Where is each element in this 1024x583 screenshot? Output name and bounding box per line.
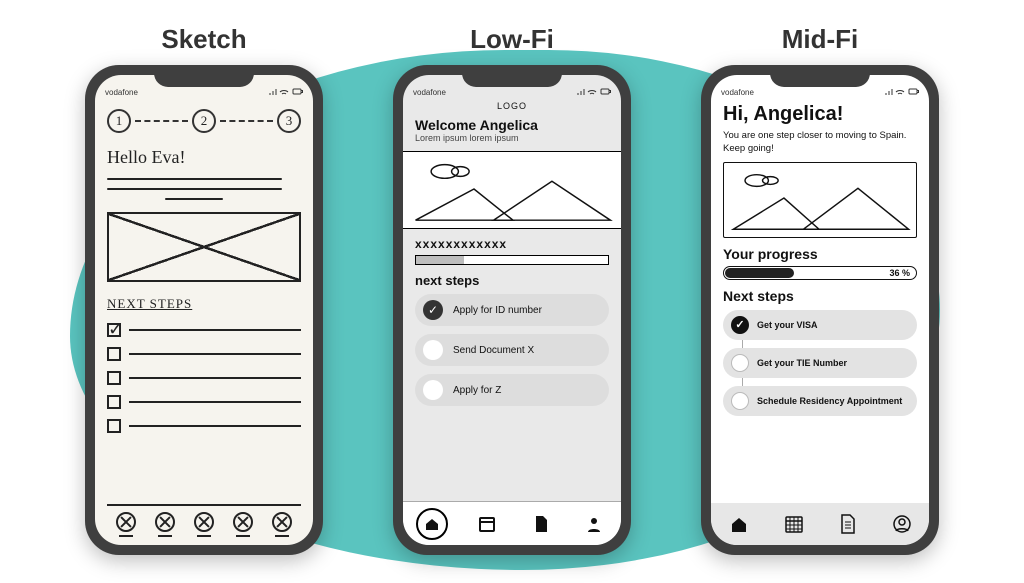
step-dot: [731, 354, 749, 372]
greeting: Hi, Angelica!: [723, 103, 917, 126]
step-dot: [731, 392, 749, 410]
document-icon: [839, 514, 857, 534]
home-icon: [729, 514, 749, 534]
step-pill[interactable]: Apply for Z: [415, 374, 609, 406]
progress-bar: [415, 255, 609, 265]
calendar-icon: [478, 515, 496, 533]
bottom-nav: [403, 501, 621, 545]
nav-item[interactable]: [155, 512, 175, 537]
subheading: You are one step closer to moving to Spa…: [723, 130, 917, 156]
step-label: Schedule Residency Appointment: [757, 396, 902, 406]
user-icon: [892, 514, 912, 534]
step-label: Send Document X: [453, 345, 534, 356]
phone-notch: [462, 65, 562, 87]
column-lofi: Low-Fi vodafone LOGO: [393, 24, 631, 555]
greeting: Hello Eva!: [107, 147, 301, 168]
nav-item[interactable]: [116, 512, 136, 537]
check-icon: ✓: [731, 316, 749, 334]
phone-notch: [770, 65, 870, 87]
status-icons: [269, 87, 303, 97]
step-pill[interactable]: ✓ Apply for ID number: [415, 294, 609, 326]
progress-label: xxxxxxxxxxxx: [415, 237, 609, 251]
nav-home[interactable]: [729, 514, 749, 534]
checklist-item[interactable]: [107, 395, 301, 409]
carrier-label: vodafone: [413, 88, 446, 97]
carrier-label: vodafone: [105, 88, 138, 97]
home-icon: [424, 516, 440, 532]
step-label: Get your VISA: [757, 320, 818, 330]
step-3[interactable]: 3: [277, 109, 301, 133]
hero-image: [403, 151, 621, 229]
document-icon: [533, 515, 549, 533]
nav-item[interactable]: [272, 512, 292, 537]
nav-profile[interactable]: [892, 514, 912, 534]
calendar-icon: [784, 514, 804, 534]
checklist-item[interactable]: [107, 347, 301, 361]
user-icon: [585, 515, 603, 533]
step-pill[interactable]: Schedule Residency Appointment: [723, 386, 917, 416]
column-midfi: Mid-Fi vodafone Hi, Angelica! Y: [701, 24, 939, 555]
logo: LOGO: [403, 99, 621, 113]
phone-notch: [154, 65, 254, 87]
progress-heading: Your progress: [723, 246, 917, 262]
step-label: Apply for Z: [453, 385, 501, 396]
checklist-item[interactable]: [107, 323, 301, 337]
step-1[interactable]: 1: [107, 109, 131, 133]
step-pill[interactable]: ✓ Get your VISA: [723, 310, 917, 340]
phone-midfi: vodafone Hi, Angelica! You are one step …: [701, 65, 939, 555]
next-steps-heading: NEXT STEPS: [107, 296, 301, 312]
title-lofi: Low-Fi: [470, 24, 554, 55]
nav-document[interactable]: [527, 510, 555, 538]
bottom-nav: [107, 504, 301, 539]
phone-lofi: vodafone LOGO Welcome Angelica Lorem ips…: [393, 65, 631, 555]
image-placeholder: [107, 212, 301, 282]
step-2[interactable]: 2: [192, 109, 216, 133]
check-icon: ✓: [423, 300, 443, 320]
title-midfi: Mid-Fi: [782, 24, 859, 55]
bottom-nav: [711, 503, 929, 545]
step-pill[interactable]: Send Document X: [415, 334, 609, 366]
step-pill[interactable]: Get your TIE Number: [723, 348, 917, 378]
carrier-label: vodafone: [721, 88, 754, 97]
checklist-item[interactable]: [107, 371, 301, 385]
phone-sketch: vodafone 1 2 3: [85, 65, 323, 555]
progress-percent: 36 %: [889, 268, 910, 278]
status-icons: [885, 87, 919, 97]
stepper: 1 2 3: [107, 109, 301, 133]
welcome-sub: Lorem ipsum lorem ipsum: [415, 133, 609, 143]
step-label: Apply for ID number: [453, 305, 542, 316]
next-steps-heading: Next steps: [723, 288, 917, 304]
nav-item[interactable]: [194, 512, 214, 537]
title-sketch: Sketch: [161, 24, 246, 55]
checklist-item[interactable]: [107, 419, 301, 433]
nav-calendar[interactable]: [473, 510, 501, 538]
welcome-heading: Welcome Angelica: [415, 117, 609, 133]
progress-bar: 36 %: [723, 266, 917, 280]
nav-item[interactable]: [233, 512, 253, 537]
nav-home[interactable]: [416, 508, 448, 540]
nav-calendar[interactable]: [784, 514, 804, 534]
nav-profile[interactable]: [580, 510, 608, 538]
step-label: Get your TIE Number: [757, 358, 847, 368]
column-sketch: Sketch vodafone 1: [85, 24, 323, 555]
step-dot: [423, 380, 443, 400]
status-icons: [577, 87, 611, 97]
step-dot: [423, 340, 443, 360]
hero-image: [723, 162, 917, 238]
nav-document[interactable]: [839, 514, 857, 534]
next-steps-heading: next steps: [415, 273, 609, 288]
